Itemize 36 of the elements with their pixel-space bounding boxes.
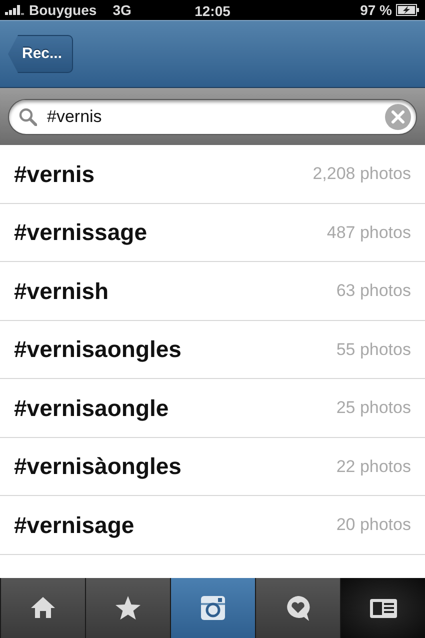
result-row[interactable]: #vernissage 487 photos — [0, 204, 425, 262]
result-row[interactable]: #vernisaongles 55 photos — [0, 320, 425, 379]
photo-count: 22 photos — [336, 456, 411, 478]
result-row[interactable]: #vernisage 20 photos — [0, 496, 425, 554]
hashtag-name: #vernis — [14, 160, 95, 188]
photo-count: 487 photos — [326, 222, 411, 244]
photo-count: 2,208 photos — [312, 163, 411, 185]
clock: 12:05 — [194, 2, 230, 21]
photo-count: 20 photos — [336, 514, 411, 536]
result-row[interactable]: #vernisàongles 22 photos — [0, 438, 425, 496]
network-type: 3G — [112, 0, 132, 20]
hashtag-name: #vernish — [14, 276, 109, 306]
result-row[interactable]: #vernisaongle 25 photos — [0, 379, 425, 438]
star-icon — [114, 594, 142, 622]
tab-button[interactable] — [0, 578, 85, 638]
battery-percent: 97 % — [360, 0, 392, 20]
photo-count: 55 photos — [336, 338, 411, 360]
hashtag-name: #vernisaongles — [14, 335, 182, 364]
tab-button[interactable] — [255, 578, 340, 638]
tab-button[interactable] — [340, 578, 425, 638]
carrier-name: Bouygues — [29, 0, 97, 20]
result-row[interactable]: #vernis 2,208 photos — [0, 145, 425, 204]
hashtag-name: #vernissage — [14, 218, 147, 247]
signal-icon — [5, 5, 25, 15]
battery-icon — [396, 4, 420, 16]
camera-icon — [198, 594, 228, 622]
photo-count: 63 photos — [336, 280, 411, 302]
tab-button[interactable] — [85, 578, 170, 638]
photo-count: 25 photos — [336, 397, 411, 419]
search-icon — [19, 108, 37, 126]
search-field[interactable]: #vernis — [8, 98, 417, 134]
result-row[interactable]: #vernish 63 photos — [0, 262, 425, 320]
back-button[interactable]: Rec... — [8, 35, 74, 73]
hashtag-name: #vernisage — [14, 510, 134, 540]
hashtag-name: #vernisàongles — [14, 452, 182, 481]
hashtag-name: #vernisaongle — [14, 394, 169, 423]
